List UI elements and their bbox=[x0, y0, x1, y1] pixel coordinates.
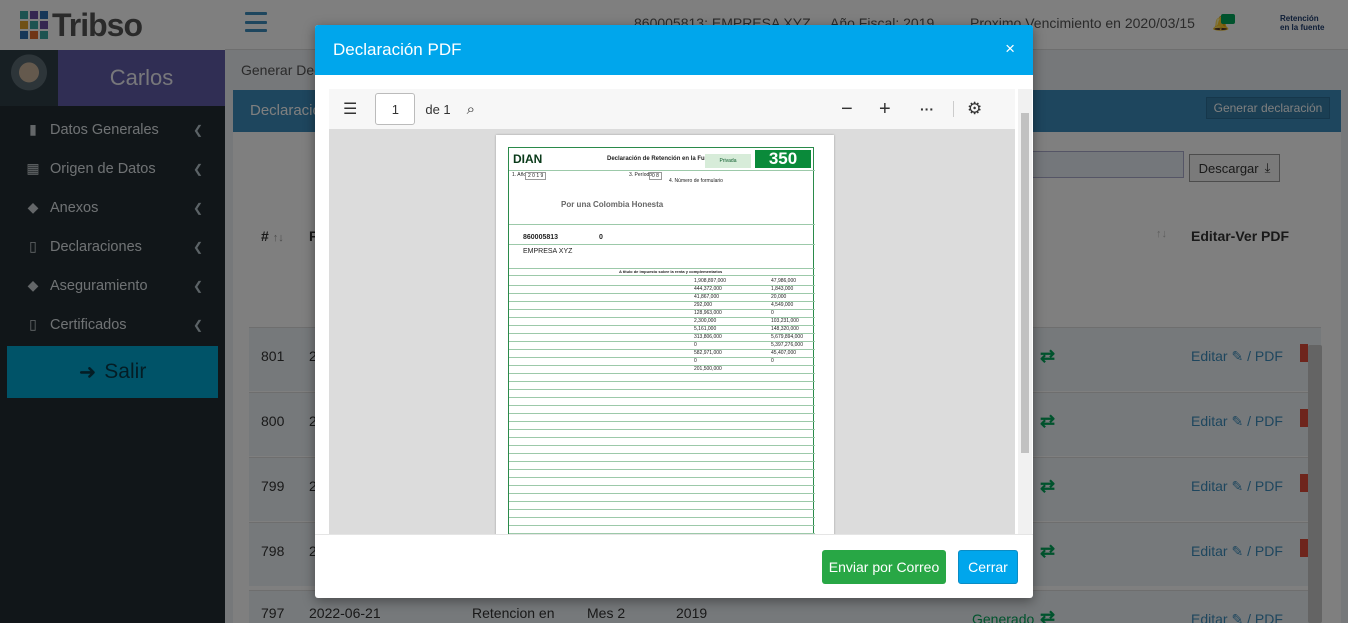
form-row-line bbox=[509, 349, 815, 350]
pdf-toolbar: ☰ 1 de 1 ⌕ − + ··· ⚙ bbox=[329, 89, 1015, 129]
form-period: 0 8 bbox=[649, 172, 662, 180]
form-row-line bbox=[509, 301, 815, 302]
form-value: 292,000 bbox=[694, 302, 713, 308]
form-row-line bbox=[509, 325, 815, 326]
form-row-line bbox=[509, 493, 815, 494]
form-number: 350 bbox=[755, 149, 811, 168]
form-row-line bbox=[509, 389, 815, 390]
form-value: 45,407,000 bbox=[771, 350, 797, 356]
form-value: 444,372,000 bbox=[694, 286, 722, 292]
modal-title: Declaración PDF bbox=[333, 40, 462, 59]
form-value: 1,908,897,000 bbox=[694, 278, 726, 284]
form-value: 0 bbox=[694, 342, 697, 348]
zoom-out-icon[interactable]: − bbox=[841, 98, 853, 121]
form-value: 20,000 bbox=[771, 294, 787, 300]
form-row-line bbox=[509, 509, 815, 510]
form-row-line bbox=[509, 365, 815, 366]
form-value: 0 bbox=[694, 358, 697, 364]
form-row-line bbox=[509, 477, 815, 478]
form-value: 582,971,000 bbox=[694, 350, 722, 356]
page-number-input[interactable]: 1 bbox=[375, 93, 416, 125]
form-slogan: Por una Colombia Honesta bbox=[561, 200, 664, 209]
form-value: 47,986,000 bbox=[771, 278, 797, 284]
form-row-line bbox=[509, 501, 815, 502]
form-row-line bbox=[509, 357, 815, 358]
form-row-line bbox=[509, 445, 815, 446]
form-row-line bbox=[509, 373, 815, 374]
form-row-line bbox=[509, 421, 815, 422]
zoom-in-icon[interactable]: + bbox=[879, 98, 891, 121]
send-email-button[interactable]: Enviar por Correo bbox=[822, 550, 946, 584]
form-value: 0 bbox=[771, 358, 774, 364]
form-value: 2,300,000 bbox=[694, 318, 717, 324]
form-dv: 0 bbox=[599, 234, 603, 241]
form-row-line bbox=[509, 293, 815, 294]
toolbar-divider bbox=[953, 101, 954, 117]
form-row-line bbox=[509, 381, 815, 382]
pdf-page: DIAN Declaración de Retención en la Fuen… bbox=[496, 135, 834, 534]
form-value: 41,867,000 bbox=[694, 294, 720, 300]
close-button[interactable]: Cerrar bbox=[958, 550, 1018, 584]
dian-form: DIAN Declaración de Retención en la Fuen… bbox=[508, 147, 815, 534]
form-company: EMPRESA XYZ bbox=[523, 248, 573, 255]
close-icon[interactable]: × bbox=[1005, 39, 1015, 59]
form-year: 2 0 1 9 bbox=[525, 172, 547, 180]
page-count: de 1 bbox=[425, 101, 451, 117]
form-row-line bbox=[509, 429, 815, 430]
settings-gear-icon[interactable]: ⚙ bbox=[967, 99, 982, 119]
form-section-a: A titulo de impuesto sobre la renta y co… bbox=[619, 269, 723, 274]
scrollbar-thumb[interactable] bbox=[1021, 113, 1029, 453]
form-row-line bbox=[509, 437, 815, 438]
form-row-line bbox=[509, 333, 815, 334]
form-row-line bbox=[509, 461, 815, 462]
form-row-line bbox=[509, 413, 815, 414]
form-row-line bbox=[509, 453, 815, 454]
form-row-line bbox=[509, 469, 815, 470]
form-row-line bbox=[509, 317, 815, 318]
viewer-scrollbar[interactable] bbox=[1018, 89, 1032, 534]
more-options-icon[interactable]: ··· bbox=[920, 101, 934, 117]
form-row-line bbox=[509, 517, 815, 518]
form-value: 1,843,000 bbox=[771, 286, 794, 292]
form-row-line bbox=[509, 397, 815, 398]
form-row-line bbox=[509, 285, 815, 286]
form-value: 128,963,000 bbox=[694, 310, 722, 316]
form-value: 0 bbox=[771, 310, 774, 316]
modal-header: Declaración PDF bbox=[315, 25, 1033, 75]
form-value: 5,679,894,000 bbox=[771, 334, 803, 340]
pdf-modal: Declaración PDF × ☰ 1 de 1 ⌕ − + ··· ⚙ D… bbox=[315, 25, 1033, 598]
form-number-label: 4. Número de formulario bbox=[669, 178, 723, 184]
form-title: Declaración de Retención en la Fuente bbox=[607, 156, 718, 162]
form-row-line bbox=[509, 525, 815, 526]
form-row-line bbox=[509, 341, 815, 342]
outline-icon[interactable]: ☰ bbox=[343, 99, 357, 119]
form-value: 5,161,000 bbox=[694, 326, 717, 332]
form-privada: Privada bbox=[705, 154, 751, 168]
modal-footer: Enviar por Correo Cerrar bbox=[315, 534, 1033, 598]
dian-logo: DIAN bbox=[513, 152, 543, 166]
search-icon[interactable]: ⌕ bbox=[467, 101, 475, 118]
form-value: 4,549,000 bbox=[771, 302, 794, 308]
form-value: 313,806,000 bbox=[694, 334, 722, 340]
pdf-viewer: ☰ 1 de 1 ⌕ − + ··· ⚙ DIAN Declaración de… bbox=[329, 89, 1015, 534]
form-value: 148,320,000 bbox=[771, 326, 799, 332]
form-row-line bbox=[509, 405, 815, 406]
form-row-line bbox=[509, 485, 815, 486]
form-nit: 860005813 bbox=[523, 234, 559, 241]
form-value: 103,231,000 bbox=[771, 318, 799, 324]
form-value: 5,397,276,000 bbox=[771, 342, 803, 348]
form-row-line bbox=[509, 309, 815, 310]
form-value: 201,500,000 bbox=[694, 366, 722, 372]
